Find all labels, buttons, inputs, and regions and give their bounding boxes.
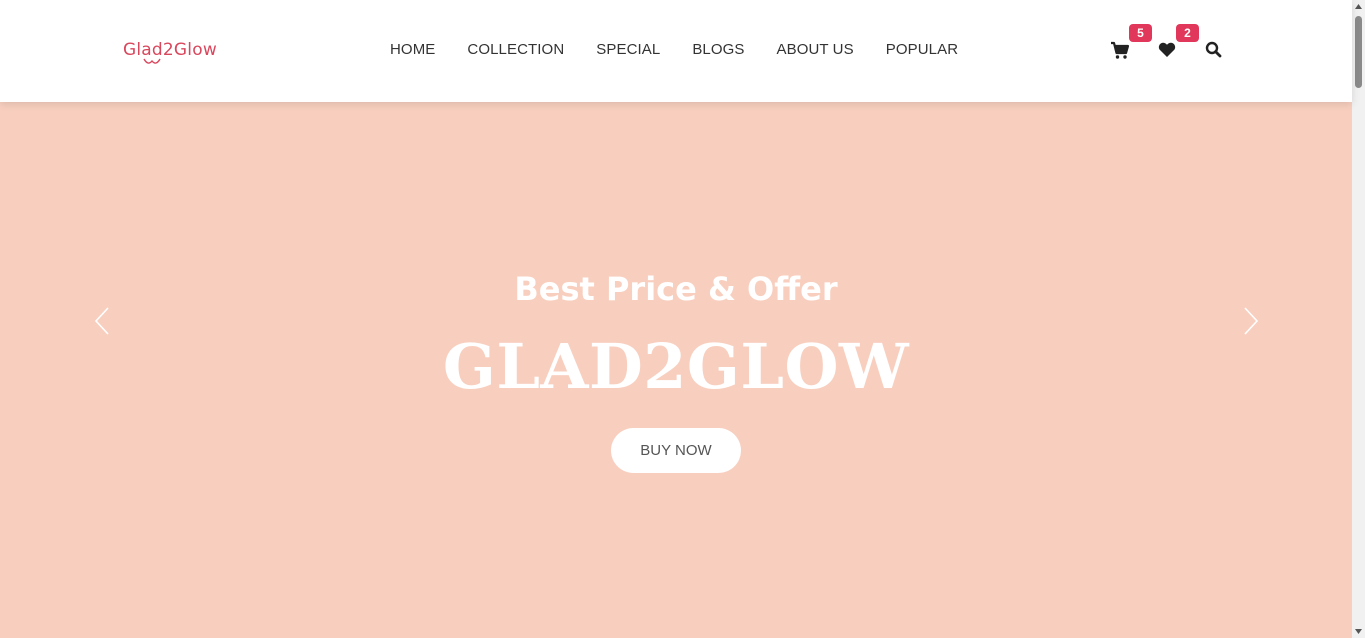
scroll-down-arrow-icon[interactable] xyxy=(1354,627,1363,635)
search-icon xyxy=(1205,41,1222,58)
buy-now-button[interactable]: BUY NOW xyxy=(611,428,741,473)
page-scrollbar[interactable] xyxy=(1352,0,1365,638)
slider-next-arrow-icon[interactable] xyxy=(1242,305,1260,337)
cart-count-badge: 5 xyxy=(1129,24,1152,42)
nav-special[interactable]: SPECIAL xyxy=(596,41,660,58)
scrollbar-thumb[interactable] xyxy=(1355,16,1362,88)
nav-home[interactable]: HOME xyxy=(390,41,435,58)
nav-blogs[interactable]: BLOGS xyxy=(692,41,744,58)
nav-collection[interactable]: COLLECTION xyxy=(467,41,564,58)
cart-button[interactable] xyxy=(1110,40,1130,60)
scroll-up-arrow-icon[interactable] xyxy=(1354,3,1363,11)
nav-about-us[interactable]: ABOUT US xyxy=(777,41,854,58)
nav-popular[interactable]: POPULAR xyxy=(886,41,958,58)
logo[interactable]: Glad2Glow xyxy=(123,40,217,60)
heart-icon xyxy=(1158,42,1176,57)
cart-icon xyxy=(1111,41,1130,59)
wishlist-button[interactable] xyxy=(1157,40,1177,60)
hero-slider: Best Price & Offer GLAD2GLOW BUY NOW xyxy=(0,102,1352,638)
search-button[interactable] xyxy=(1204,40,1224,60)
wishlist-count-badge: 2 xyxy=(1176,24,1199,42)
site-header: Glad2Glow HOME COLLECTION SPECIAL BLOGS … xyxy=(0,0,1352,102)
main-nav: HOME COLLECTION SPECIAL BLOGS ABOUT US P… xyxy=(390,41,958,58)
hero-subtitle: Best Price & Offer xyxy=(514,270,838,308)
hero-title: GLAD2GLOW xyxy=(442,330,910,403)
logo-swirl-icon xyxy=(143,58,161,64)
